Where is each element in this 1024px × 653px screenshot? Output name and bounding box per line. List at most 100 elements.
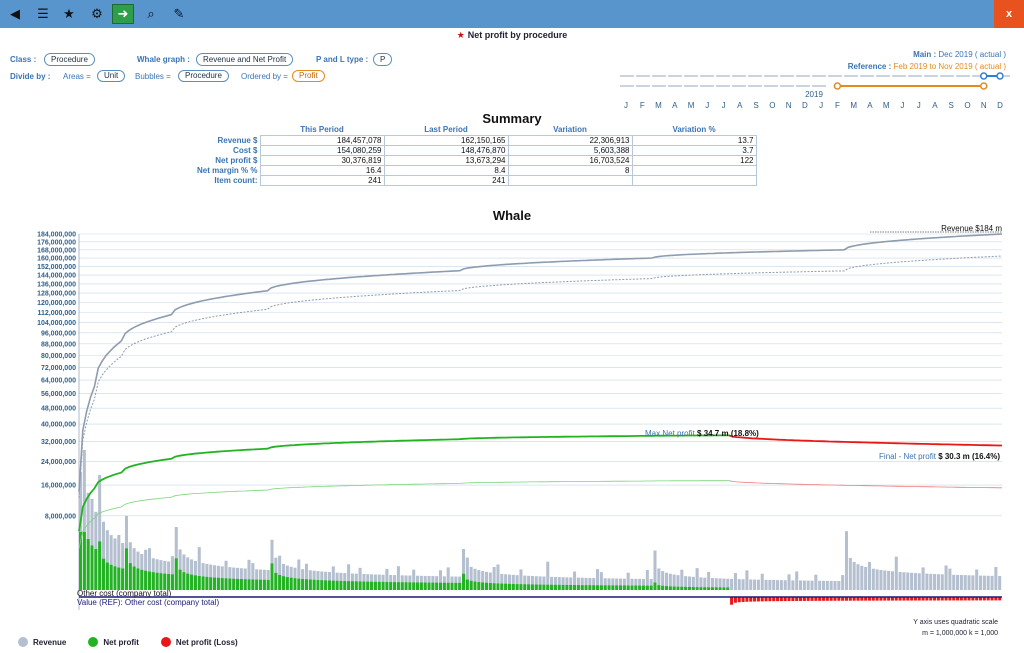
row-label: Net profit $ (215, 155, 258, 165)
revenue-bar (776, 580, 780, 590)
arrow-right-icon[interactable]: ➜ (112, 4, 134, 24)
revenue-bar (749, 579, 753, 590)
pl-type-selector[interactable]: P (373, 53, 393, 66)
revenue-bar (791, 580, 795, 590)
net-profit-bar (201, 576, 205, 590)
net-profit-bar (661, 585, 665, 590)
net-profit-bar (117, 567, 121, 590)
net-profit-bar (473, 581, 477, 590)
revenue-bar (910, 572, 914, 590)
search-icon[interactable]: ⌕ (140, 4, 162, 24)
back-icon[interactable]: ◀ (4, 4, 26, 24)
legend-item-revenue[interactable]: Revenue (18, 637, 66, 647)
revenue-bar (860, 565, 864, 590)
row-label: Net margin % % (197, 165, 258, 175)
revenue-bar (959, 575, 963, 590)
pl-type-label: P and L type : (316, 55, 369, 64)
table-cell: 122 (631, 154, 757, 166)
net-profit-bar (458, 582, 462, 590)
table-row: Net margin % % 16.4 8.4 8 (190, 164, 757, 176)
net-profit-bar (113, 566, 117, 590)
period-timeline[interactable]: J F M A M J J A S O N D J F M A M J J A S O N D 2019 (616, 68, 1012, 112)
net-profit-bar (278, 575, 282, 590)
net-profit-bar (82, 532, 86, 590)
revenue-bar (875, 569, 879, 590)
net-profit-bar (331, 580, 335, 590)
bubbles-label: Bubbles = (135, 72, 171, 81)
close-button[interactable]: x (994, 0, 1024, 28)
net-profit-bar (504, 583, 508, 590)
net-profit-bar (615, 585, 619, 590)
revenue-bar (913, 573, 917, 590)
timeline-month: M (850, 101, 857, 110)
net-profit-bar (343, 581, 347, 590)
net-profit-bar (347, 581, 351, 590)
revenue-bar (979, 575, 983, 590)
main-start-handle (979, 72, 988, 80)
areas-selector[interactable]: Unit (97, 70, 126, 82)
table-row: Cost $ 154,080,259 148,476,870 5,603,388… (190, 144, 757, 156)
net-profit-bar (565, 584, 569, 590)
scale-note: Y axis uses quadratic scale (913, 619, 998, 626)
revenue-bar (894, 556, 898, 590)
gear-icon[interactable]: ⚙ (86, 4, 108, 24)
net-profit-bar (511, 583, 515, 590)
timeline-month: O (964, 101, 970, 110)
summary-header-row: This Period Last Period Variation Variat… (190, 125, 756, 135)
net-profit-bar (481, 582, 485, 590)
net-profit-bar (542, 584, 546, 590)
revenue-bar (890, 571, 894, 590)
timeline-year: 2019 (805, 90, 823, 99)
net-profit-bar (408, 582, 412, 590)
ordered-by-selector[interactable]: Profit (292, 70, 325, 82)
revenue-bar (864, 567, 868, 590)
revenue-bar (783, 580, 787, 590)
net-profit-loss-bar (737, 597, 741, 603)
net-profit-bar (427, 582, 431, 590)
net-profit-bar (523, 584, 527, 590)
net-profit-bar (151, 572, 155, 590)
net-profit-bar (423, 582, 427, 590)
table-cell: 184,457,078 (259, 134, 385, 146)
menu-icon[interactable]: ☰ (32, 4, 54, 24)
legend-item-net-profit[interactable]: Net profit (88, 637, 139, 647)
revenue-bar (956, 574, 960, 590)
net-profit-bar (362, 581, 366, 590)
table-cell: 241 (383, 174, 509, 186)
net-profit-bar (500, 583, 504, 590)
net-profit-decline-line (728, 434, 1002, 447)
star-icon[interactable]: ★ (58, 4, 80, 24)
net-profit-bar (530, 584, 534, 590)
net-profit-bar (167, 574, 171, 590)
revenue-bar (737, 579, 741, 590)
net-profit-bar (385, 581, 389, 590)
timeline-month: M (655, 101, 662, 110)
net-profit-bar (412, 582, 416, 590)
net-profit-bar (496, 583, 500, 590)
class-label: Class : (10, 55, 37, 64)
net-profit-bar (446, 582, 450, 590)
net-profit-bar (132, 566, 136, 590)
revenue-bar (810, 580, 814, 590)
net-profit-bar (684, 586, 688, 590)
net-profit-bar (657, 585, 661, 590)
whale-graph-selector[interactable]: Revenue and Net Profit (196, 53, 294, 66)
class-selector[interactable]: Procedure (44, 53, 95, 66)
areas-label: Areas = (63, 72, 91, 81)
net-profit-bar (232, 578, 236, 590)
net-profit-bar (121, 568, 125, 590)
pen-icon[interactable]: ✎ (168, 4, 190, 24)
ordered-by-label: Ordered by = (241, 72, 288, 81)
net-profit-bar (247, 579, 251, 590)
net-profit-bar (691, 587, 695, 590)
y-tick-label: 168,000,000 (37, 247, 76, 254)
net-profit-bar (255, 579, 259, 590)
y-tick-label: 144,000,000 (37, 273, 76, 280)
revenue-bar (756, 579, 760, 590)
legend-item-net-profit-loss[interactable]: Net profit (Loss) (160, 637, 238, 647)
y-tick-label: 96,000,000 (41, 330, 76, 337)
revenue-bar (707, 571, 711, 590)
net-profit-bar (170, 574, 174, 590)
units-note: m = 1,000,000 k = 1,000 (922, 630, 998, 637)
bubbles-selector[interactable]: Procedure (178, 70, 229, 82)
